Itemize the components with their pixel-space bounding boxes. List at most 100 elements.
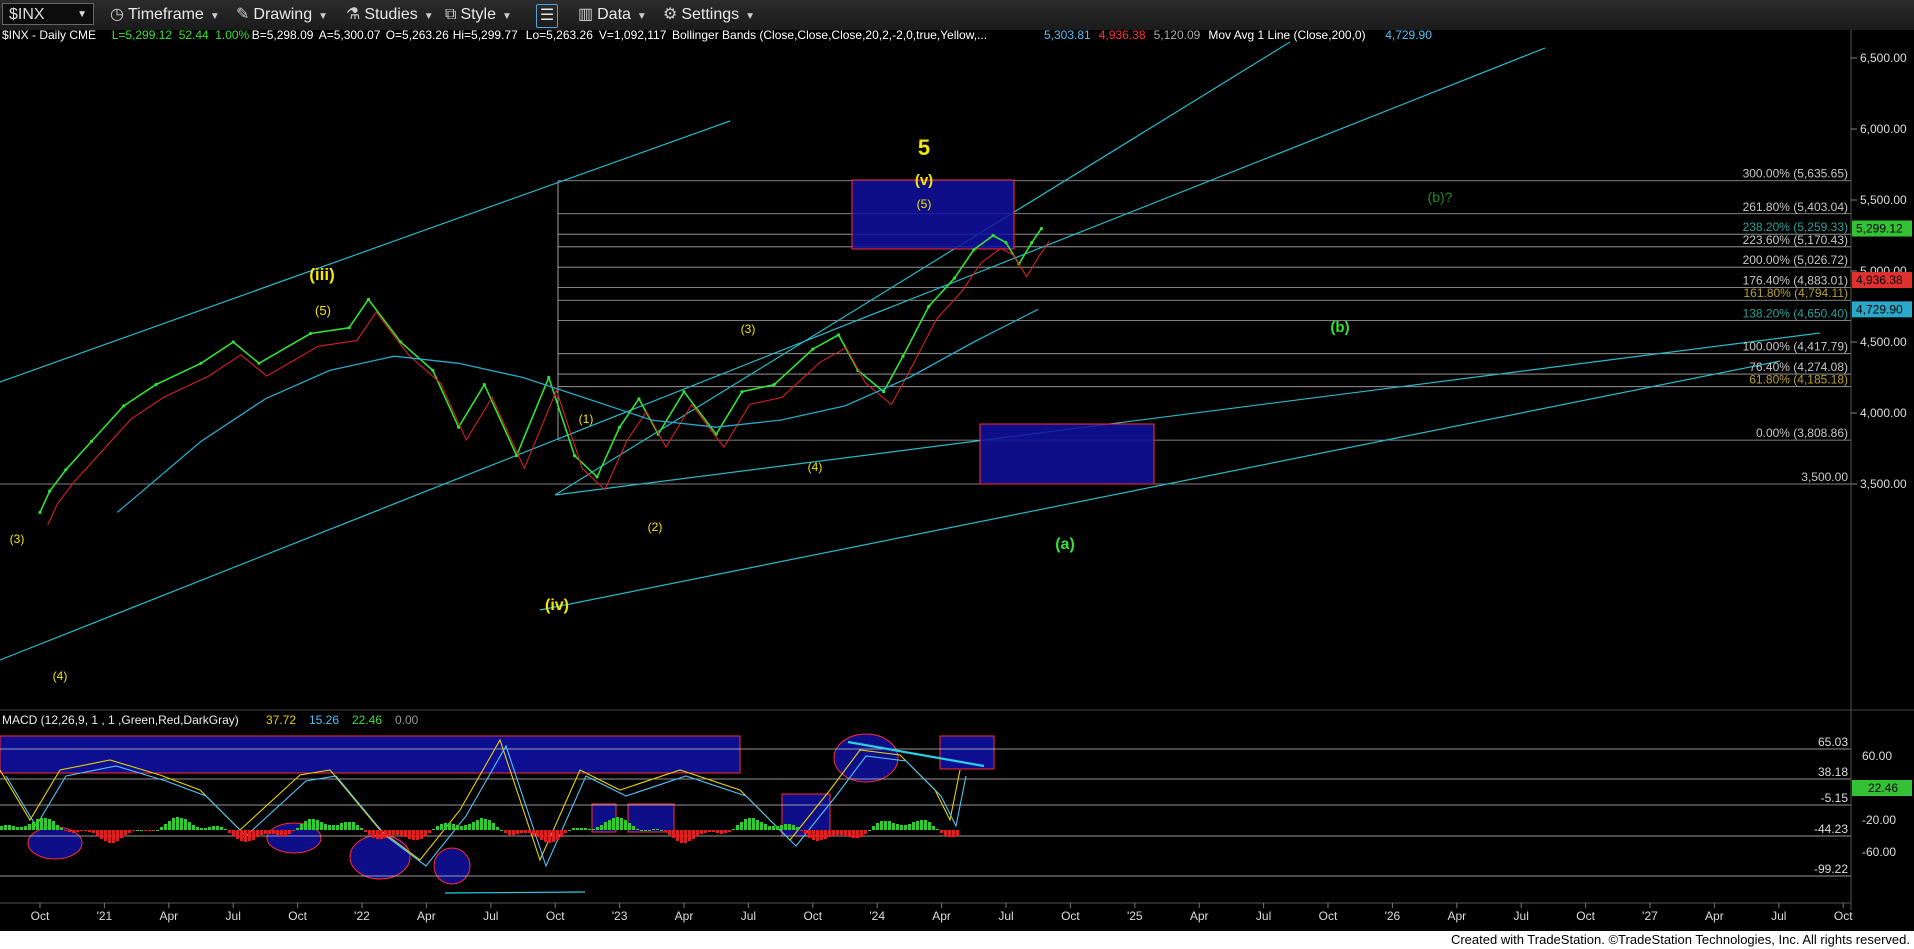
macd-histogram-bar	[660, 830, 663, 831]
macd-histogram-bar	[752, 818, 755, 830]
macd-histogram-bar	[848, 830, 851, 837]
settings-button[interactable]: ⚙ Settings ▼	[663, 4, 755, 26]
wave-label: (4)	[808, 460, 823, 474]
macd-histogram-bar	[724, 830, 727, 833]
style-button[interactable]: ⧉ Style ▼	[445, 4, 512, 26]
macd-histogram-bar	[844, 830, 847, 836]
macd-histogram-bar	[536, 830, 539, 837]
header-segment: A=5,300.07	[319, 30, 381, 42]
macd-histogram-bar	[876, 823, 879, 830]
macd-histogram-bar	[772, 826, 775, 830]
wave-label: (1)	[579, 412, 594, 426]
data-button[interactable]: ▥ Data ▼	[578, 4, 647, 26]
timeframe-button[interactable]: ◷ Timeframe ▼	[110, 4, 220, 26]
price-chart[interactable]: $INX - Daily CME L=5,299.12 52.44 1.00% B=5,…	[0, 30, 1914, 931]
macd-histogram-bar	[736, 825, 739, 830]
header-segment: $INX - Daily CME	[2, 30, 96, 42]
macd-histogram-bar	[264, 830, 267, 834]
macd-histogram-bar	[528, 830, 531, 833]
macd-histogram-bar	[124, 830, 127, 835]
time-tick-label: Oct	[1576, 909, 1595, 923]
layout-icon[interactable]: ☰	[536, 4, 558, 28]
wave-label: (a)	[1055, 536, 1075, 553]
macd-histogram-bar	[480, 818, 483, 830]
macd-level-label: -44.23	[1814, 822, 1848, 836]
drawing-button[interactable]: ✎ Drawing ▼	[236, 4, 328, 26]
target-box-a[interactable]	[979, 423, 1155, 485]
price-point	[637, 397, 641, 401]
macd-histogram-bar	[260, 830, 263, 835]
style-label: Style	[460, 6, 497, 23]
macd-histogram-bar	[556, 830, 559, 840]
macd-ellipse[interactable]	[349, 834, 411, 880]
macd-histogram-bar	[888, 821, 891, 830]
macd-histogram-bar	[192, 825, 195, 830]
macd-histogram-bar	[484, 819, 487, 830]
macd-histogram-bar	[796, 827, 799, 830]
macd-histogram-bar	[712, 830, 715, 832]
symbol-value: $INX	[9, 6, 45, 23]
macd-histogram-bar	[492, 823, 495, 830]
macd-histogram-bar	[40, 818, 43, 830]
fib-level-label: 223.60% (5,170.43)	[1743, 233, 1848, 247]
macd-histogram-bar	[760, 822, 763, 830]
macd-histogram-bar	[280, 830, 283, 836]
macd-histogram-bar	[344, 822, 347, 830]
price-point	[122, 404, 126, 408]
clock-icon: ◷	[110, 6, 124, 23]
macd-histogram-bar	[604, 822, 607, 830]
macd-histogram-bar	[400, 830, 403, 836]
macd-histogram-bar	[792, 825, 795, 830]
macd-histogram-bar	[940, 830, 943, 833]
macd-histogram-bar	[704, 830, 707, 833]
macd-histogram-bar	[236, 830, 239, 839]
macd-histogram-bar	[552, 830, 555, 842]
symbol-input[interactable]: $INX ▼	[2, 3, 94, 25]
chevron-down-icon: ▼	[423, 11, 434, 22]
macd-histogram-bar	[436, 826, 439, 830]
price-point	[89, 439, 94, 443]
timeframe-label: Timeframe	[127, 6, 204, 23]
macd-histogram-bar	[636, 829, 639, 830]
macd-histogram-bar	[624, 820, 627, 830]
macd-histogram-bar	[444, 823, 447, 830]
macd-histogram-bar	[920, 820, 923, 830]
macd-histogram-bar	[780, 825, 783, 830]
macd-histogram-bar	[292, 830, 295, 831]
price-point	[927, 304, 931, 309]
price-tick-label: 3,500.00	[1860, 477, 1907, 491]
macd-histogram-bar	[764, 824, 767, 830]
fib-level-label: 3,500.00	[1801, 470, 1848, 484]
macd-histogram-bar	[692, 830, 695, 839]
macd-level-label: 65.03	[1818, 735, 1848, 749]
header-segment: Mov Avg 1 Line (Close,200,0)	[1208, 30, 1365, 42]
style-icon: ⧉	[445, 6, 457, 23]
macd-histogram-bar	[720, 830, 723, 834]
macd-histogram-bar	[160, 827, 163, 830]
time-tick-label: Jul	[998, 909, 1013, 923]
macd-histogram-bar	[312, 819, 315, 830]
macd-histogram-bar	[588, 829, 591, 830]
macd-histogram-bar	[840, 830, 843, 835]
macd-histogram-bar	[32, 822, 35, 830]
macd-histogram-bar	[664, 830, 667, 832]
chevron-down-icon: ▼	[502, 11, 512, 22]
macd-histogram-bar	[568, 830, 571, 831]
macd-histogram-bar	[532, 830, 535, 835]
time-tick-label: Jul	[226, 909, 241, 923]
macd-histogram-bar	[728, 830, 731, 832]
macd-ellipse[interactable]	[433, 847, 471, 885]
chevron-down-icon: ▼	[318, 11, 328, 22]
macd-histogram-bar	[584, 828, 587, 830]
price-point	[811, 347, 815, 351]
macd-histogram-bar	[616, 817, 619, 830]
macd-histogram-bar	[812, 830, 815, 840]
price-point	[48, 489, 52, 493]
macd-ellipse[interactable]	[833, 733, 899, 783]
time-tick-label: Oct	[288, 909, 307, 923]
studies-button[interactable]: ⚗ Studies ▼	[346, 4, 434, 26]
price-point	[595, 475, 599, 479]
price-point	[682, 390, 686, 394]
fib-level-label: 261.80% (5,403.04)	[1743, 200, 1848, 214]
macd-histogram-bar	[828, 830, 831, 837]
